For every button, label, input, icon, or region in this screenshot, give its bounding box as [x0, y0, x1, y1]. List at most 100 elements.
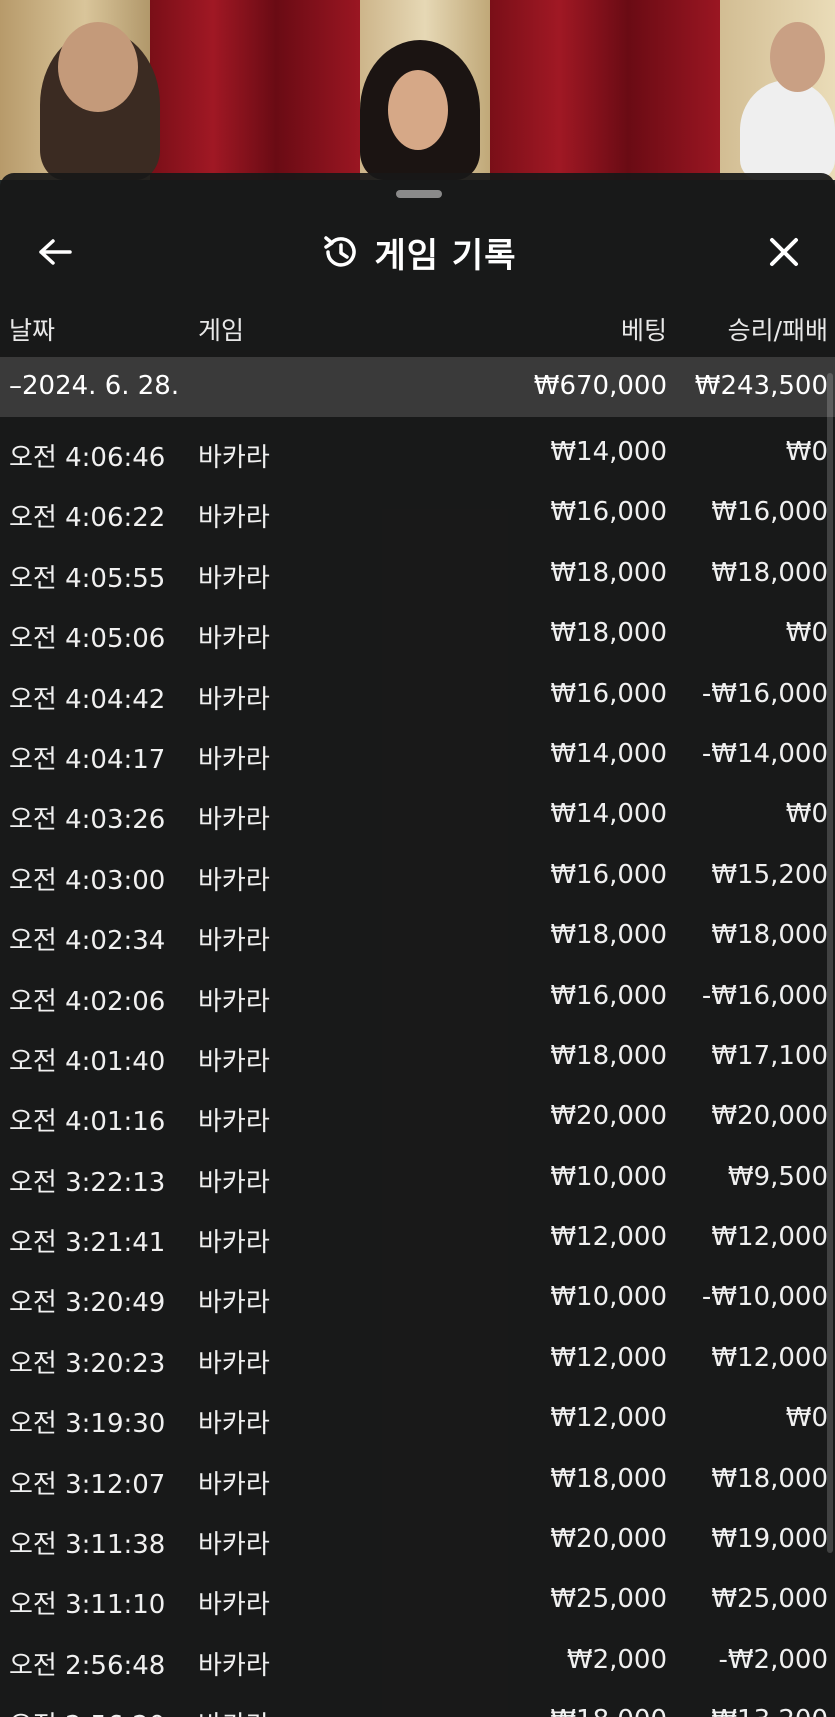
row-game: 바카라	[198, 926, 270, 957]
row-bet: ₩18,000	[550, 1463, 667, 1494]
row-time: 오전 4:02:34	[9, 926, 166, 957]
curtain	[490, 0, 720, 180]
row-win-loss: ₩0	[785, 437, 828, 467]
page-title: 게임 기록	[374, 235, 517, 276]
row-bet: ₩12,000	[550, 1403, 667, 1434]
history-icon	[319, 231, 361, 273]
table-row[interactable]: 오전 4:06:46 바카라 ₩14,000 ₩0	[0, 417, 835, 477]
row-game: 바카라	[198, 1348, 270, 1379]
summary-date: –2024. 6. 28.	[9, 371, 180, 401]
row-game: 바카라	[198, 1228, 270, 1259]
table-row[interactable]: 오전 3:20:23 바카라 ₩12,000 ₩12,000	[0, 1323, 835, 1383]
row-time: 오전 3:20:49	[9, 1288, 166, 1319]
table-row[interactable]: 오전 4:02:06 바카라 ₩16,000 -₩16,000	[0, 961, 835, 1021]
row-time: 오전 3:21:41	[9, 1228, 166, 1259]
summary-bet-total: ₩670,000	[533, 371, 667, 401]
row-time: 오전 4:01:16	[9, 1107, 166, 1138]
row-game: 바카라	[198, 1046, 270, 1077]
row-bet: ₩16,000	[550, 678, 667, 709]
row-time: 오전 3:11:38	[9, 1530, 166, 1561]
row-time: 오전 2:56:20	[9, 1705, 165, 1717]
row-time: 오전 4:04:42	[9, 684, 166, 715]
table-row[interactable]: 오전 4:05:55 바카라 ₩18,000 ₩18,000	[0, 538, 835, 598]
row-win-loss: ₩0	[785, 618, 828, 649]
row-win-loss: ₩12,000	[711, 1342, 828, 1373]
table-row[interactable]: 오전 3:21:41 바카라 ₩12,000 ₩12,000	[0, 1202, 835, 1262]
row-bet: ₩18,000	[550, 557, 667, 588]
table-row[interactable]: 오전 4:04:42 바카라 ₩16,000 -₩16,000	[0, 659, 835, 719]
row-game: 바카라	[198, 1650, 270, 1681]
row-win-loss: ₩19,000	[711, 1524, 828, 1555]
row-game: 바카라	[198, 865, 270, 896]
row-bet: ₩20,000	[550, 1101, 667, 1132]
table-row[interactable]: 오전 4:04:17 바카라 ₩14,000 -₩14,000	[0, 719, 835, 779]
table-row[interactable]: 오전 2:56:48 바카라 ₩2,000 -₩2,000	[0, 1625, 835, 1685]
row-game: 바카라	[198, 1409, 270, 1440]
row-win-loss: -₩2,000	[718, 1644, 828, 1675]
date-summary-row[interactable]: –2024. 6. 28. ₩670,000 ₩243,500	[0, 357, 835, 417]
row-win-loss: ₩15,200	[711, 859, 828, 890]
row-bet: ₩16,000	[550, 859, 667, 890]
dealer-head	[388, 70, 448, 150]
table-row[interactable]: 오전 4:06:22 바카라 ₩16,000 ₩16,000	[0, 477, 835, 537]
row-win-loss: ₩18,000	[711, 1463, 828, 1494]
row-bet: ₩20,000	[550, 1524, 667, 1555]
row-bet: ₩18,000	[550, 1040, 667, 1071]
table-row[interactable]: 오전 2:56:20 바카라 ₩18,000 ₩13,200	[0, 1685, 835, 1717]
row-time: 오전 4:05:06	[9, 624, 166, 655]
table-row[interactable]: 오전 3:12:07 바카라 ₩18,000 ₩18,000	[0, 1444, 835, 1504]
row-win-loss: ₩18,000	[711, 920, 828, 951]
row-bet: ₩12,000	[550, 1342, 667, 1373]
table-row[interactable]: 오전 3:22:13 바카라 ₩10,000 ₩9,500	[0, 1142, 835, 1202]
row-game: 바카라	[198, 563, 270, 594]
row-bet: ₩18,000	[550, 920, 667, 951]
row-time: 오전 4:03:26	[9, 805, 166, 836]
row-win-loss: ₩0	[785, 799, 828, 830]
row-time: 오전 3:19:30	[9, 1409, 166, 1440]
row-bet: ₩10,000	[550, 1161, 667, 1192]
row-time: 오전 3:12:07	[9, 1469, 166, 1500]
row-win-loss: -₩10,000	[701, 1282, 828, 1313]
row-win-loss: -₩14,000	[701, 738, 828, 769]
scrollbar[interactable]	[827, 373, 833, 1553]
table-row[interactable]: 오전 4:05:06 바카라 ₩18,000 ₩0	[0, 598, 835, 658]
row-bet: ₩14,000	[550, 799, 667, 830]
table-row[interactable]: 오전 4:02:34 바카라 ₩18,000 ₩18,000	[0, 900, 835, 960]
close-button[interactable]	[759, 227, 809, 277]
row-bet: ₩16,000	[550, 497, 667, 528]
table-row[interactable]: 오전 4:03:26 바카라 ₩14,000 ₩0	[0, 779, 835, 839]
column-header-bet: 베팅	[620, 316, 667, 345]
row-bet: ₩18,000	[550, 618, 667, 649]
row-game: 바카라	[198, 1288, 270, 1319]
game-history-sheet: 게임 기록 날짜 게임 베팅 승리/패배 –2024. 6. 28. ₩670,…	[0, 173, 835, 1717]
dealer-head	[58, 22, 138, 112]
table-row[interactable]: 오전 3:20:49 바카라 ₩10,000 -₩10,000	[0, 1262, 835, 1322]
row-game: 바카라	[198, 443, 270, 473]
row-time: 오전 4:02:06	[9, 986, 166, 1017]
row-time: 오전 3:11:10	[9, 1590, 166, 1621]
row-game: 바카라	[198, 744, 270, 775]
drag-handle[interactable]	[396, 190, 442, 198]
table-row[interactable]: 오전 4:03:00 바카라 ₩16,000 ₩15,200	[0, 840, 835, 900]
row-game: 바카라	[198, 986, 270, 1017]
row-bet: ₩2,000	[566, 1644, 667, 1675]
row-game: 바카라	[198, 1530, 270, 1561]
row-time: 오전 3:20:23	[9, 1348, 166, 1379]
row-game: 바카라	[198, 1705, 270, 1717]
row-bet: ₩14,000	[550, 738, 667, 769]
column-header-win-loss: 승리/패배	[727, 316, 828, 345]
table-row[interactable]: 오전 3:19:30 바카라 ₩12,000 ₩0	[0, 1383, 835, 1443]
row-time: 오전 4:06:46	[9, 443, 166, 473]
table-row[interactable]: 오전 3:11:10 바카라 ₩25,000 ₩25,000	[0, 1564, 835, 1624]
table-row[interactable]: 오전 4:01:16 바카라 ₩20,000 ₩20,000	[0, 1081, 835, 1141]
row-bet: ₩10,000	[550, 1282, 667, 1313]
row-game: 바카라	[198, 1590, 270, 1621]
row-bet: ₩18,000	[550, 1705, 667, 1717]
row-time: 오전 4:03:00	[9, 865, 166, 896]
table-row[interactable]: 오전 3:11:38 바카라 ₩20,000 ₩19,000	[0, 1504, 835, 1564]
row-win-loss: ₩9,500	[727, 1161, 828, 1192]
sheet-header: 게임 기록	[0, 213, 835, 293]
curtain	[150, 0, 360, 180]
row-win-loss: ₩12,000	[711, 1222, 828, 1253]
table-row[interactable]: 오전 4:01:40 바카라 ₩18,000 ₩17,100	[0, 1021, 835, 1081]
